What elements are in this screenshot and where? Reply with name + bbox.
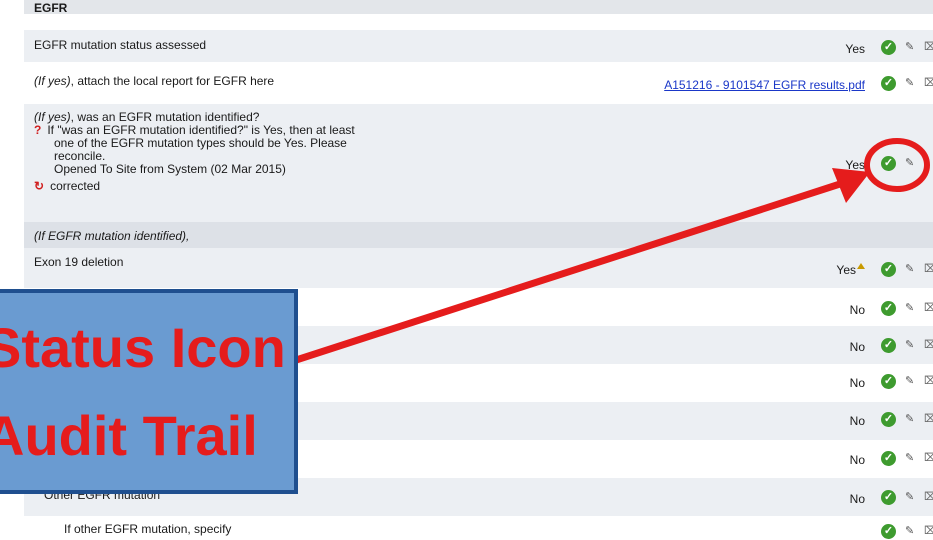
- table-row: If other EGFR mutation, specify ✓ ✎ ⌧: [24, 516, 933, 539]
- pencil-icon[interactable]: ✎: [905, 156, 914, 169]
- trash-icon[interactable]: ⌧: [924, 301, 933, 314]
- pencil-icon[interactable]: ✎: [905, 40, 914, 53]
- pencil-icon[interactable]: ✎: [905, 76, 914, 89]
- row-label: (If EGFR mutation identified),: [34, 229, 190, 243]
- trash-icon[interactable]: ⌧: [924, 412, 933, 425]
- pencil-icon[interactable]: ✎: [905, 301, 914, 314]
- pencil-icon[interactable]: ✎: [905, 262, 914, 275]
- pencil-icon[interactable]: ✎: [905, 524, 914, 537]
- check-circle-icon[interactable]: ✓: [881, 374, 896, 389]
- row-value: No: [849, 414, 865, 428]
- row-actions: ✓ ✎ ⌧: [881, 412, 933, 428]
- trash-icon[interactable]: ⌧: [924, 490, 933, 503]
- query-icon[interactable]: ?: [34, 123, 41, 137]
- trash-icon[interactable]: ⌧: [924, 451, 933, 464]
- report-file-link[interactable]: A151216 - 9101547 EGFR results.pdf: [664, 78, 865, 92]
- row-actions: ✓ ✎ ⌧: [881, 40, 933, 56]
- check-circle-icon[interactable]: ✓: [881, 524, 896, 539]
- pencil-icon[interactable]: ✎: [905, 338, 914, 351]
- row-value: No: [849, 376, 865, 390]
- row-label: , attach the local report for EGFR here: [70, 74, 275, 88]
- row-label-prefix: (If yes): [34, 110, 71, 124]
- corrected-label: corrected: [50, 179, 101, 193]
- row-label: EGFR mutation status assessed: [34, 38, 207, 52]
- row-actions: ✓ ✎ ⌧: [881, 490, 933, 506]
- table-row: (If yes), attach the local report for EG…: [24, 62, 933, 104]
- row-actions: ✓ ✎ ⌧: [881, 76, 933, 92]
- section-title: EGFR: [34, 1, 68, 15]
- check-circle-icon[interactable]: ✓: [881, 301, 896, 316]
- check-circle-icon[interactable]: ✓: [881, 338, 896, 353]
- check-circle-icon[interactable]: ✓: [881, 40, 896, 55]
- row-value: Yes: [845, 42, 865, 56]
- subheader-row: (If EGFR mutation identified),: [24, 222, 933, 248]
- row-value: Yes: [845, 158, 865, 172]
- row-actions: ✓ ✎ ⌧: [881, 262, 933, 278]
- trash-icon[interactable]: ⌧: [924, 262, 933, 275]
- trash-icon[interactable]: ⌧: [924, 374, 933, 387]
- callout-box: Status Icon Audit Trail: [0, 289, 298, 494]
- row-actions: ✓ ✎ ⌧: [881, 451, 933, 467]
- row-actions: ✓ ✎ ⌧: [881, 301, 933, 317]
- row-actions: ✓ ✎ ⌧: [881, 374, 933, 390]
- row-label: If other EGFR mutation, specify: [64, 522, 232, 536]
- row-label: Exon 19 deletion: [34, 255, 124, 269]
- row-label-prefix: (If yes): [34, 74, 71, 88]
- callout-line-1: Status Icon: [0, 316, 286, 379]
- row-value: No: [849, 453, 865, 467]
- check-circle-icon[interactable]: ✓: [881, 262, 896, 277]
- row-actions: ✓ ✎: [881, 156, 933, 172]
- check-circle-icon[interactable]: ✓: [881, 76, 896, 91]
- check-circle-icon[interactable]: ✓: [881, 490, 896, 505]
- callout-line-2: Audit Trail: [0, 404, 258, 467]
- row-value: No: [849, 303, 865, 317]
- corrected-icon: ↻: [34, 179, 45, 193]
- pencil-icon[interactable]: ✎: [905, 412, 914, 425]
- check-circle-icon[interactable]: ✓: [881, 451, 896, 466]
- query-opened-text: Opened To Site from System (02 Mar 2015): [54, 162, 286, 176]
- table-row: (If yes), was an EGFR mutation identifie…: [24, 104, 933, 222]
- trash-icon[interactable]: ⌧: [924, 338, 933, 351]
- row-value: No: [849, 492, 865, 506]
- warning-triangle-icon: [857, 263, 865, 269]
- pencil-icon[interactable]: ✎: [905, 451, 914, 464]
- table-row: EGFR mutation status assessed Yes ✓ ✎ ⌧: [24, 30, 933, 62]
- check-circle-icon[interactable]: ✓: [881, 156, 896, 171]
- check-circle-icon[interactable]: ✓: [881, 412, 896, 427]
- table-row: Exon 19 deletion Yes ✓ ✎ ⌧: [24, 248, 933, 288]
- trash-icon[interactable]: ⌧: [924, 40, 933, 53]
- row-value: No: [849, 340, 865, 354]
- section-header: EGFR: [24, 0, 933, 15]
- trash-icon[interactable]: ⌧: [924, 524, 933, 537]
- pencil-icon[interactable]: ✎: [905, 490, 914, 503]
- row-actions: ✓ ✎ ⌧: [881, 338, 933, 354]
- pencil-icon[interactable]: ✎: [905, 374, 914, 387]
- row-value: Yes: [836, 263, 856, 277]
- query-text-line-1: If "was an EGFR mutation identified?" is…: [47, 123, 355, 137]
- trash-icon[interactable]: ⌧: [924, 76, 933, 89]
- row-label: , was an EGFR mutation identified?: [70, 110, 260, 124]
